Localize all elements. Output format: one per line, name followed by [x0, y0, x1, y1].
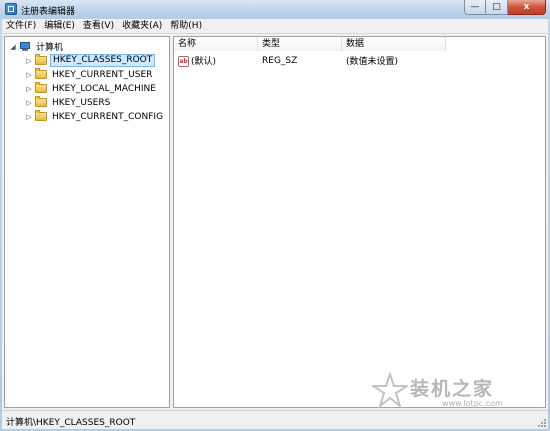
- tree-item-label[interactable]: HKEY_USERS: [50, 98, 112, 108]
- folder-icon: [35, 68, 47, 79]
- title-bar[interactable]: 注册表编辑器 — □ x: [0, 0, 550, 19]
- registry-editor-window: 注册表编辑器 — □ x 文件(F) 编辑(E) 查看(V) 收藏夹(A) 帮助…: [0, 0, 550, 431]
- watermark: 装机之家 www.lotpc.com: [372, 372, 542, 412]
- tree-item-hkey-local-machine[interactable]: ▷ HKEY_LOCAL_MACHINE: [25, 82, 158, 95]
- column-header-data[interactable]: 数据: [342, 37, 446, 51]
- tree-item-label[interactable]: HKEY_CLASSES_ROOT: [50, 54, 156, 67]
- tree-root-row[interactable]: ◢ 计算机: [9, 40, 65, 53]
- column-header-row: 名称 类型 数据: [174, 37, 446, 51]
- computer-icon: [19, 41, 31, 52]
- tree-item-hkey-current-user[interactable]: ▷ HKEY_CURRENT_USER: [25, 68, 154, 81]
- menu-favorites[interactable]: 收藏夹(A): [118, 19, 166, 33]
- values-list-pane[interactable]: 名称 类型 数据 ab (默认) REG_SZ (数值未设置): [173, 36, 546, 408]
- status-bar: 计算机\HKEY_CLASSES_ROOT: [2, 410, 548, 429]
- tree-item-hkey-classes-root[interactable]: ▷ HKEY_CLASSES_ROOT: [25, 54, 156, 67]
- tree-item-hkey-current-config[interactable]: ▷ HKEY_CURRENT_CONFIG: [25, 110, 165, 123]
- expand-arrow-icon[interactable]: ▷: [25, 113, 33, 121]
- column-header-type[interactable]: 类型: [258, 37, 342, 51]
- tree-item-hkey-users[interactable]: ▷ HKEY_USERS: [25, 96, 112, 109]
- regedit-app-icon: [5, 3, 17, 15]
- menu-bar: 文件(F) 编辑(E) 查看(V) 收藏夹(A) 帮助(H): [2, 19, 548, 34]
- minimize-button[interactable]: —: [464, 0, 486, 15]
- window-controls: — □ x: [464, 0, 546, 15]
- close-button[interactable]: x: [508, 0, 546, 15]
- expand-arrow-icon[interactable]: ▷: [25, 57, 33, 65]
- list-item[interactable]: ab (默认) REG_SZ (数值未设置): [174, 54, 446, 67]
- tree-item-label[interactable]: HKEY_CURRENT_USER: [50, 70, 154, 80]
- folder-icon: [35, 82, 47, 93]
- resize-grip-icon[interactable]: [536, 417, 546, 427]
- collapse-arrow-icon[interactable]: ◢: [9, 43, 17, 51]
- menu-edit[interactable]: 编辑(E): [40, 19, 79, 33]
- tree-item-label[interactable]: HKEY_LOCAL_MACHINE: [50, 84, 158, 94]
- value-name-cell: ab (默认): [174, 54, 258, 67]
- key-tree-pane[interactable]: ◢ 计算机 ▷ HKEY_CLASSES_ROOT ▷ HKEY_CURRENT…: [4, 36, 170, 408]
- value-name: (默认): [191, 57, 217, 67]
- menu-view[interactable]: 查看(V): [79, 19, 118, 33]
- folder-icon: [35, 54, 47, 65]
- menu-file[interactable]: 文件(F): [2, 19, 40, 33]
- column-header-name[interactable]: 名称: [174, 37, 258, 51]
- reg-string-icon: ab: [178, 56, 189, 67]
- menu-help[interactable]: 帮助(H): [166, 19, 206, 33]
- tree-root-label[interactable]: 计算机: [34, 40, 65, 53]
- window-title: 注册表编辑器: [21, 7, 76, 17]
- maximize-button[interactable]: □: [486, 0, 508, 15]
- folder-icon: [35, 110, 47, 121]
- value-data: (数值未设置): [346, 57, 399, 67]
- tree-item-label[interactable]: HKEY_CURRENT_CONFIG: [50, 112, 165, 122]
- watermark-title: 装机之家: [410, 378, 495, 400]
- star-logo-icon: [372, 372, 408, 408]
- watermark-url: www.lotpc.com: [442, 399, 503, 408]
- expand-arrow-icon[interactable]: ▷: [25, 85, 33, 93]
- value-type: REG_SZ: [262, 55, 298, 66]
- client-area: ◢ 计算机 ▷ HKEY_CLASSES_ROOT ▷ HKEY_CURRENT…: [2, 34, 548, 410]
- expand-arrow-icon[interactable]: ▷: [25, 71, 33, 79]
- status-path: 计算机\HKEY_CLASSES_ROOT: [6, 418, 136, 428]
- folder-icon: [35, 96, 47, 107]
- expand-arrow-icon[interactable]: ▷: [25, 99, 33, 107]
